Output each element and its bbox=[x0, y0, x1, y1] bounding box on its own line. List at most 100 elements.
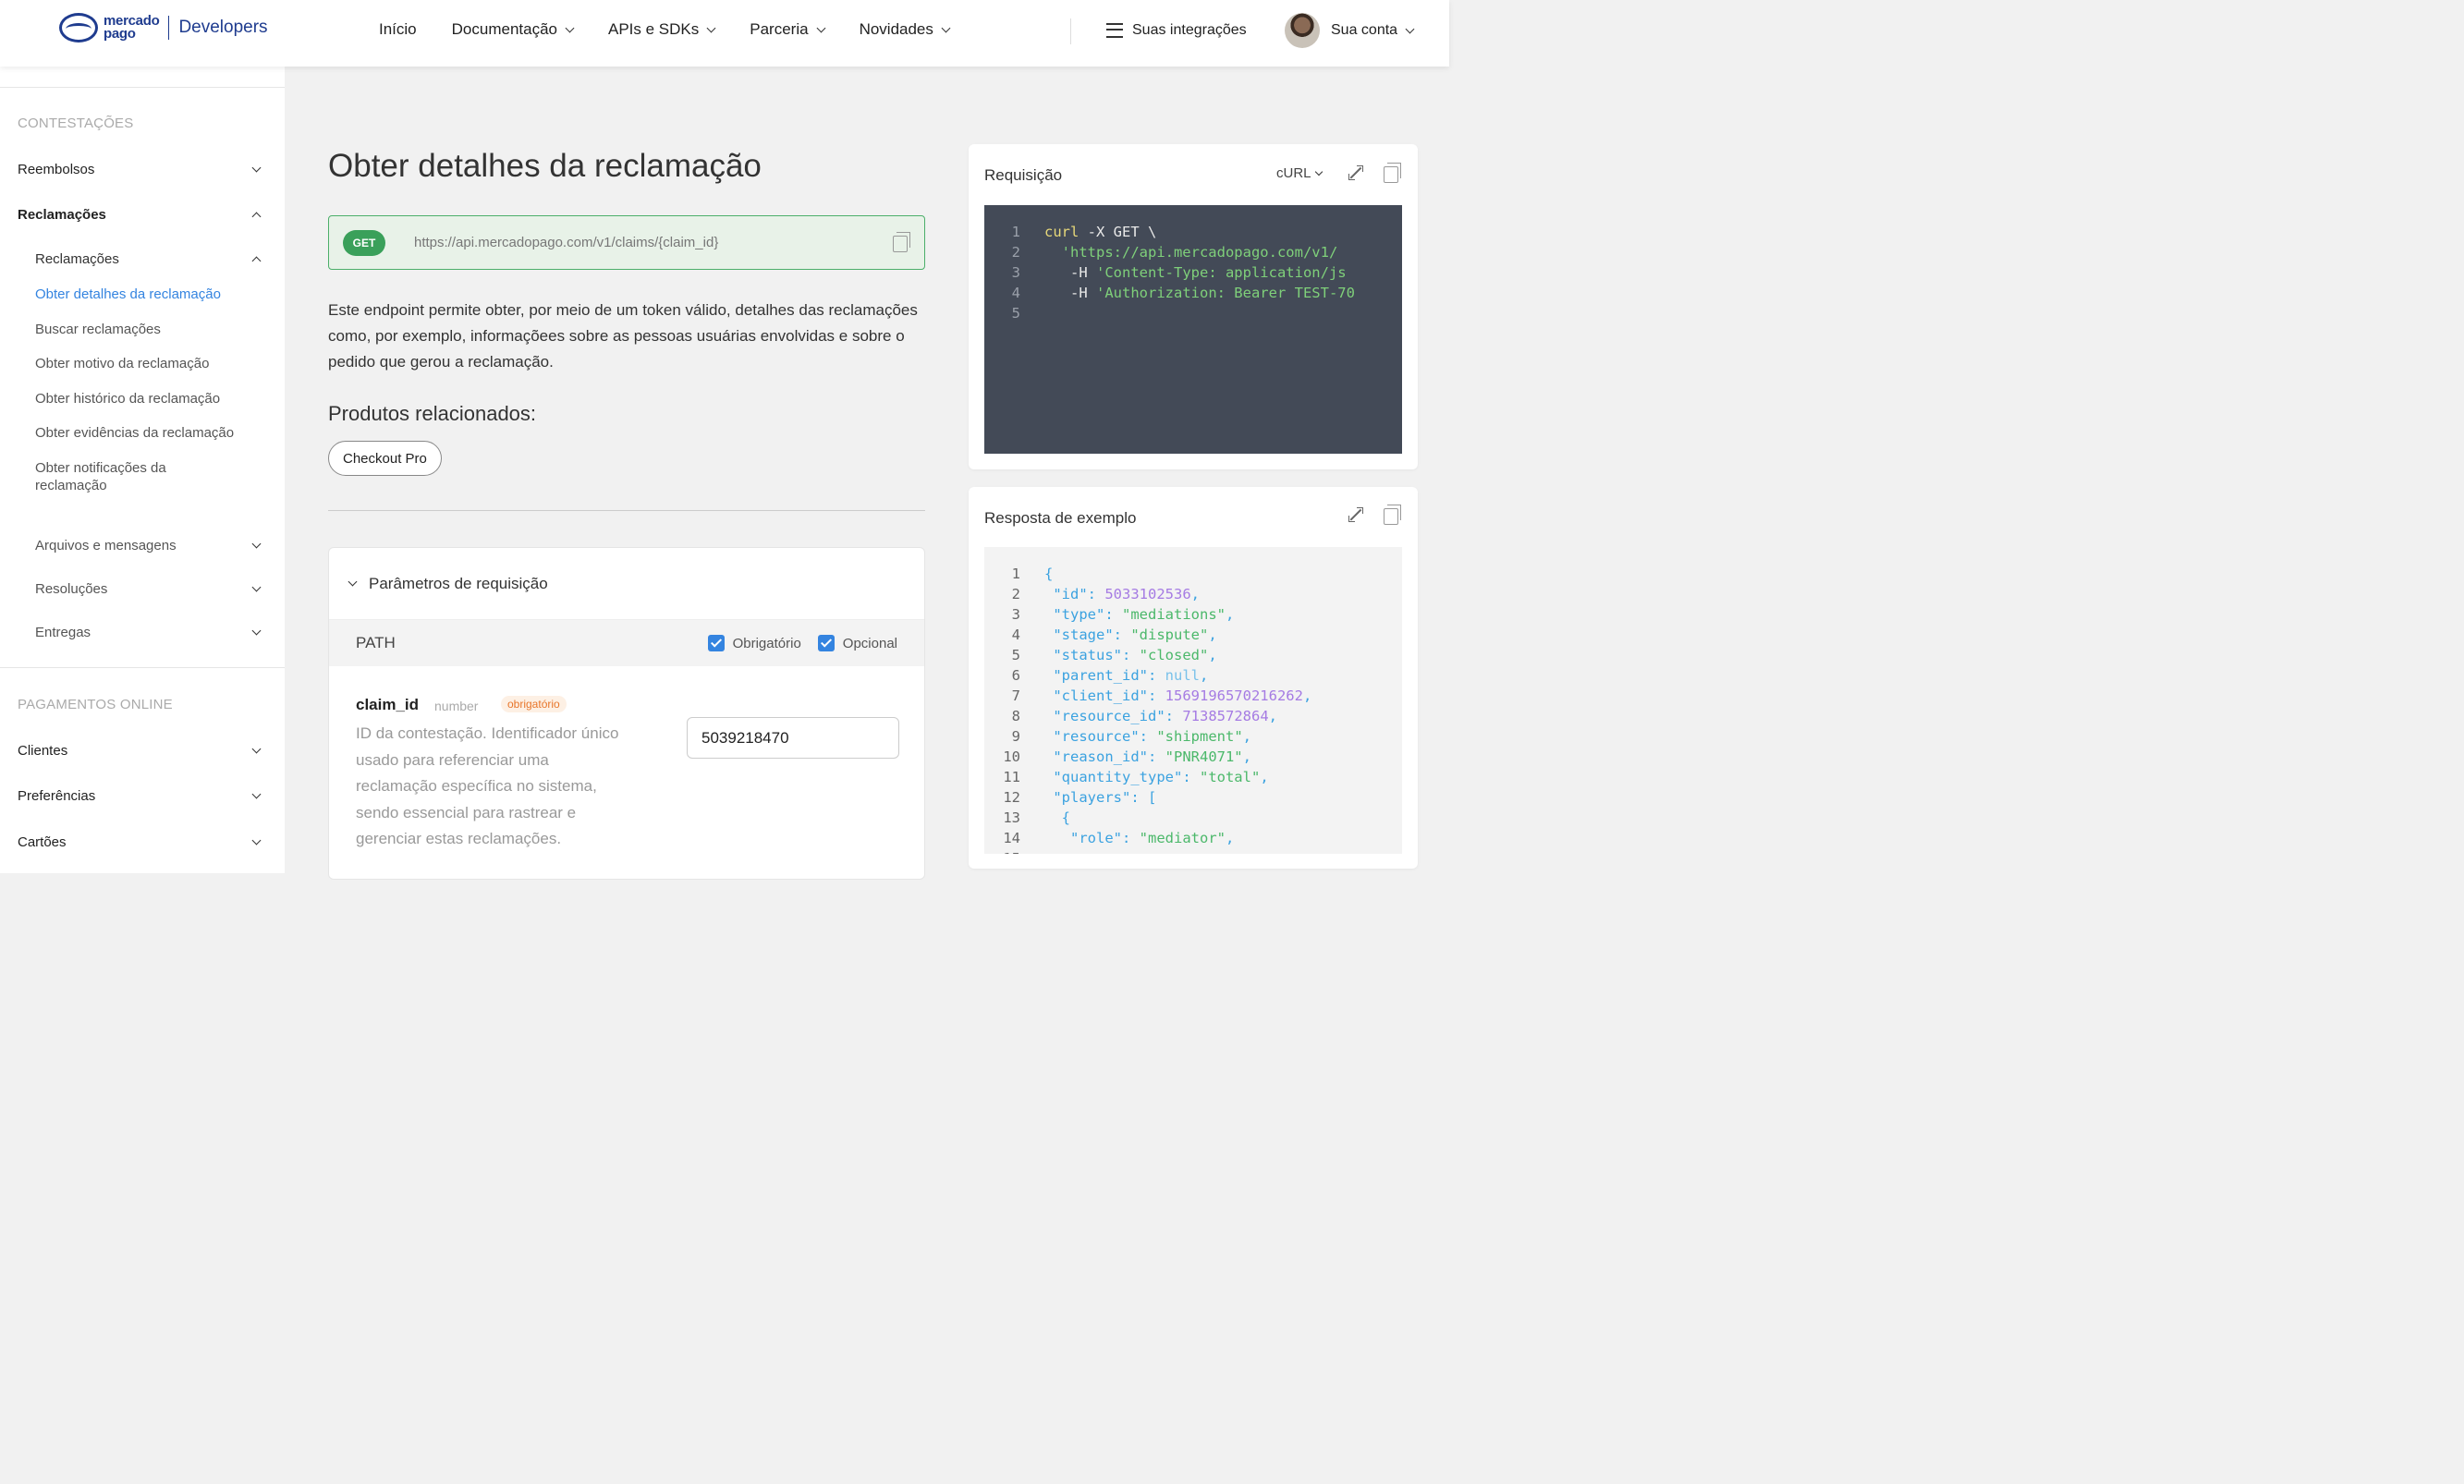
code-token: "mediator" bbox=[1139, 830, 1226, 846]
sidebar-divider bbox=[0, 667, 285, 668]
sidebar-link-obter-detalhes[interactable]: Obter detalhes da reclamação bbox=[35, 286, 260, 303]
copy-icon[interactable] bbox=[1384, 505, 1401, 525]
sidebar-group-arquivos[interactable]: Arquivos e mensagens bbox=[35, 537, 262, 554]
request-code-line: 2 'https://api.mercadopago.com/v1/ bbox=[984, 242, 1402, 262]
main-nav: Início Documentação APIs e SDKs Parceria… bbox=[379, 20, 984, 39]
sidebar-link-motivo[interactable]: Obter motivo da reclamação bbox=[35, 355, 260, 372]
nav-novidades[interactable]: Novidades bbox=[860, 20, 951, 39]
sidebar-item-cartoes[interactable]: Cartões bbox=[18, 834, 262, 850]
filter-optional-checkbox[interactable]: Opcional bbox=[817, 635, 897, 651]
response-code-line: 14 "role": "mediator", bbox=[984, 828, 1402, 848]
copy-icon[interactable] bbox=[893, 232, 910, 252]
sidebar-item-clientes[interactable]: Clientes bbox=[18, 743, 262, 759]
mercadopago-logo[interactable]: mercado pago Developers bbox=[59, 13, 268, 43]
code-token: , bbox=[1190, 586, 1201, 602]
expand-icon[interactable] bbox=[1348, 165, 1363, 180]
chevron-down-icon bbox=[816, 23, 826, 32]
code-token: , bbox=[1226, 830, 1235, 846]
code-token: "parent_id" bbox=[1044, 667, 1148, 684]
nav-documentacao[interactable]: Documentação bbox=[452, 20, 575, 39]
code-token: -X GET \ bbox=[1079, 224, 1157, 240]
line-number: 1 bbox=[1011, 224, 1020, 240]
code-token: : bbox=[1122, 647, 1140, 663]
sidebar-link-buscar[interactable]: Buscar reclamações bbox=[35, 321, 260, 338]
code-token: "dispute" bbox=[1130, 626, 1209, 643]
code-token: : bbox=[1113, 626, 1131, 643]
response-card-title: Resposta de exemplo bbox=[984, 509, 1137, 527]
request-code-line: 1 curl -X GET \ bbox=[984, 222, 1402, 242]
nav-apis-sdks[interactable]: APIs e SDKs bbox=[608, 20, 716, 39]
integrations-link[interactable]: Suas integrações bbox=[1106, 22, 1247, 39]
chevron-down-icon bbox=[1405, 24, 1415, 33]
line-number: 9 bbox=[1011, 728, 1020, 745]
account-menu[interactable]: Sua conta bbox=[1285, 13, 1415, 48]
sidebar-group-entregas[interactable]: Entregas bbox=[35, 624, 262, 641]
request-params-toggle[interactable]: Parâmetros de requisição bbox=[329, 548, 924, 620]
code-token: 'https://api.mercadopago.com/v1/ bbox=[1044, 244, 1338, 261]
response-code-line: 5 "status": "closed", bbox=[984, 645, 1402, 665]
code-token: : bbox=[1139, 728, 1157, 745]
filter-required-checkbox[interactable]: Obrigatório bbox=[707, 635, 801, 651]
code-token: curl bbox=[1044, 224, 1080, 240]
expand-icon[interactable] bbox=[1348, 507, 1363, 522]
line-number: 13 bbox=[1003, 809, 1020, 826]
integrations-label: Suas integrações bbox=[1132, 22, 1247, 38]
code-token: -H bbox=[1044, 264, 1096, 281]
request-card: Requisição cURL 1 curl -X GET \ 2 'https:/… bbox=[969, 144, 1418, 469]
related-product-chip[interactable]: Checkout Pro bbox=[328, 441, 442, 476]
request-card-title: Requisição bbox=[984, 166, 1063, 184]
nav-parceria[interactable]: Parceria bbox=[750, 20, 826, 39]
request-code-line: 3 -H 'Content-Type: application/js bbox=[984, 262, 1402, 283]
code-token: 5033102536 bbox=[1104, 586, 1191, 602]
code-token: 1569196570216262 bbox=[1165, 687, 1303, 704]
line-number: 11 bbox=[1003, 769, 1020, 785]
response-code-line: 8 "resource_id": 7138572864, bbox=[984, 706, 1402, 726]
chevron-up-icon bbox=[251, 256, 262, 266]
language-select[interactable]: cURL bbox=[1276, 165, 1323, 181]
path-label: PATH bbox=[356, 634, 396, 651]
chevron-down-icon bbox=[251, 744, 262, 754]
code-token: { bbox=[1044, 809, 1070, 826]
code-token: "closed" bbox=[1139, 647, 1209, 663]
code-token: "total" bbox=[1199, 769, 1261, 785]
response-code-line: 10 "reason_id": "PNR4071", bbox=[984, 747, 1402, 767]
param-type: number bbox=[434, 699, 479, 713]
sidebar-link-historico[interactable]: Obter histórico da reclamação bbox=[35, 390, 260, 407]
sidebar-group-resolucoes[interactable]: Resoluções bbox=[35, 580, 262, 598]
header-divider bbox=[1070, 18, 1071, 44]
line-number: 7 bbox=[1011, 687, 1020, 704]
method-badge: GET bbox=[343, 230, 385, 256]
line-number: 6 bbox=[1011, 667, 1020, 684]
checkbox-checked-icon bbox=[707, 635, 725, 651]
code-token: : bbox=[1165, 708, 1183, 724]
code-token: : bbox=[1147, 667, 1165, 684]
code-token: : bbox=[1104, 606, 1122, 623]
sidebar-item-reclamacoes[interactable]: Reclamações bbox=[18, 207, 262, 223]
line-number: 5 bbox=[1011, 647, 1020, 663]
sidebar-item-preferencias[interactable]: Preferências bbox=[18, 788, 262, 804]
line-number: 3 bbox=[1011, 264, 1020, 281]
sidebar-link-notificacoes[interactable]: Obter notificações da reclamação bbox=[35, 459, 201, 494]
sidebar-divider bbox=[0, 87, 285, 88]
code-token: : bbox=[1122, 830, 1140, 846]
line-number: 5 bbox=[1011, 305, 1020, 322]
sidebar-link-evidencias[interactable]: Obter evidências da reclamação bbox=[35, 424, 260, 442]
line-number: 4 bbox=[1011, 626, 1020, 643]
request-params-panel: Parâmetros de requisição PATH Obrigatóri… bbox=[328, 547, 925, 880]
code-token: , bbox=[1242, 728, 1251, 745]
code-token: , bbox=[1225, 606, 1235, 623]
response-code-line: 2 "id": 5033102536, bbox=[984, 584, 1402, 604]
line-number: 15 bbox=[984, 848, 1044, 854]
sidebar-subgroup-reclamacoes[interactable]: Reclamações bbox=[35, 250, 262, 268]
logo-line-2: pago bbox=[104, 26, 136, 42]
code-token: "type" bbox=[1044, 606, 1105, 623]
code-token: "resource_id" bbox=[1044, 708, 1165, 724]
nav-inicio[interactable]: Início bbox=[379, 20, 417, 39]
param-name: claim_id bbox=[356, 696, 420, 713]
claim-id-input[interactable] bbox=[687, 717, 899, 759]
sidebar-item-reembolsos[interactable]: Reembolsos bbox=[18, 162, 262, 177]
handshake-logo-icon bbox=[59, 13, 98, 43]
chevron-down-icon bbox=[565, 23, 575, 32]
copy-icon[interactable] bbox=[1384, 163, 1401, 183]
chevron-down-icon bbox=[251, 582, 262, 592]
